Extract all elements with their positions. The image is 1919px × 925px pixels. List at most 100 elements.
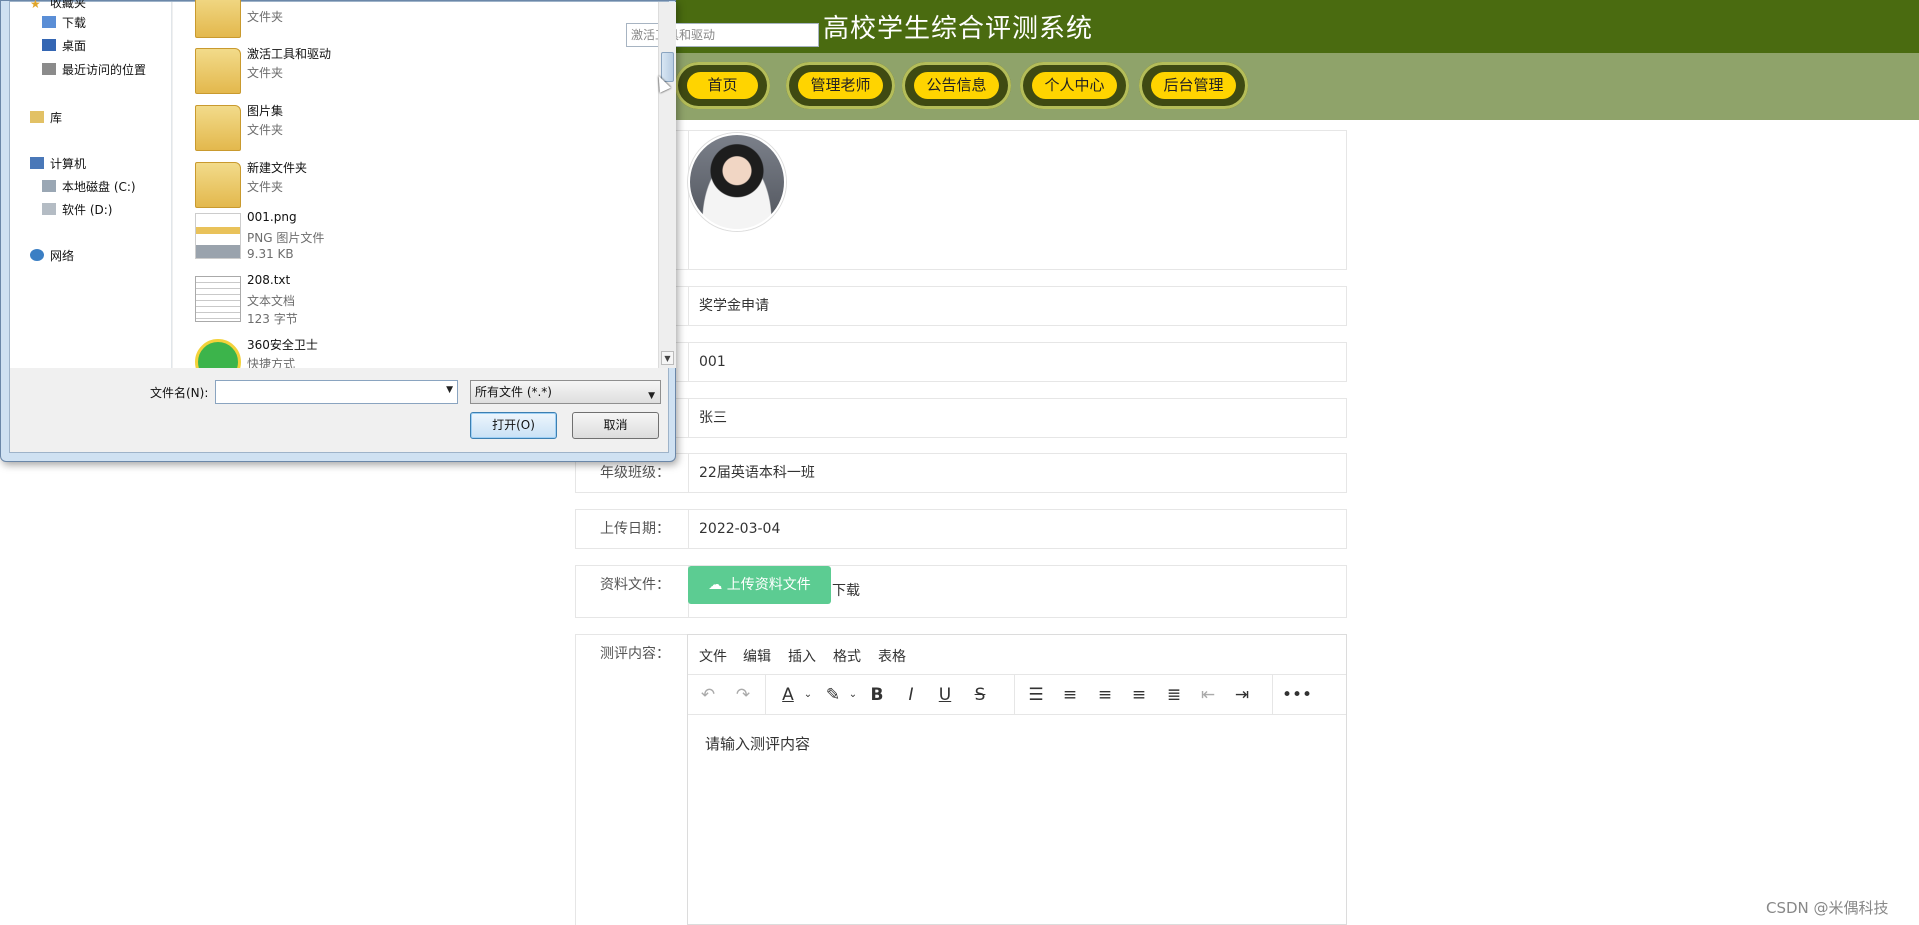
folder-icon [195, 48, 241, 94]
nav-item-announcements[interactable]: 公告信息 [902, 62, 1011, 109]
chevron-down-icon[interactable]: ⌄ [841, 683, 865, 707]
tree-item-favorites[interactable]: ★ 收藏夹 [30, 0, 86, 12]
filetype-select[interactable]: 所有文件 (*.*) ▼ [470, 380, 661, 404]
tree-item-drive-d[interactable]: 软件 (D:) [42, 201, 112, 219]
file-size: 123 字节 [247, 312, 298, 326]
file-item[interactable]: 208.txt 文本文档 123 字节 [195, 273, 495, 333]
menu-table[interactable]: 表格 [878, 646, 906, 666]
nav-item-teachers[interactable]: 管理老师 [786, 62, 895, 109]
menu-insert[interactable]: 插入 [788, 646, 816, 666]
upload-file-button[interactable]: ☁ 上传资料文件 [688, 566, 831, 604]
editor-placeholder[interactable]: 请输入测评内容 [705, 733, 810, 754]
shield-app-icon [195, 339, 241, 368]
text-file-icon [195, 276, 241, 322]
align-left-icon[interactable]: ≡ [1058, 683, 1082, 707]
file-label: 资料文件： [600, 577, 670, 593]
form-row-class: 年级班级： 22届英语本科一班 [575, 453, 1347, 493]
cancel-button[interactable]: 取消 [572, 412, 659, 439]
nav-item-label: 首页 [687, 72, 758, 99]
chevron-down-icon[interactable]: ▼ [446, 385, 453, 395]
file-item[interactable]: 360安全卫士 快捷方式 [195, 336, 495, 368]
file-type: 文件夹 [247, 123, 284, 137]
nav-item-home[interactable]: 首页 [675, 62, 770, 109]
form-row-1: 奖学金申请 [575, 286, 1347, 326]
dialog-body: ★ 收藏夹 下载 桌面 最近访问的位置 库 计算机 本地磁盘 (C:) 软件 (D… [9, 0, 819, 453]
file-name: 激活工具和驱动 [247, 47, 332, 61]
align-center-icon[interactable]: ≡ [1093, 683, 1117, 707]
nav-item-admin[interactable]: 后台管理 [1139, 62, 1248, 109]
menu-file[interactable]: 文件 [699, 646, 727, 666]
indent-icon[interactable]: ⇥ [1230, 683, 1254, 707]
folder-icon [195, 105, 241, 151]
nav-item-label: 后台管理 [1151, 72, 1236, 99]
undo-icon[interactable]: ↶ [696, 683, 720, 707]
computer-icon [30, 157, 44, 169]
file-name: 新建文件夹 [247, 161, 308, 175]
file-list-scrollbar[interactable]: ▼ [658, 2, 676, 368]
class-value[interactable]: 22届英语本科一班 [688, 454, 1346, 492]
file-type: 文件夹 [247, 66, 284, 80]
field-1-value[interactable]: 奖学金申请 [688, 287, 1346, 325]
chevron-down-icon[interactable]: ⌄ [796, 683, 820, 707]
file-type: 文件夹 [247, 10, 284, 24]
tree-item-label: 软件 (D:) [62, 203, 113, 217]
field-2-value[interactable]: 001 [688, 343, 1346, 381]
file-item[interactable]: 文件夹 [195, 0, 495, 49]
nav-item-label: 管理老师 [798, 72, 883, 99]
tree-item-desktop[interactable]: 桌面 [42, 37, 86, 55]
toolbar-divider [1014, 675, 1015, 715]
italic-icon[interactable]: I [899, 683, 923, 707]
strikethrough-icon[interactable]: S [968, 683, 992, 707]
tree-item-computer[interactable]: 计算机 [30, 155, 86, 173]
tree-item-recent[interactable]: 最近访问的位置 [42, 61, 146, 79]
menu-format[interactable]: 格式 [833, 646, 861, 666]
form-row-date: 上传日期： 2022-03-04 [575, 509, 1347, 549]
image-file-icon [195, 213, 241, 259]
download-link[interactable]: 下载 [832, 580, 860, 600]
file-item[interactable]: 图片集 文件夹 [195, 102, 495, 162]
folder-icon [195, 0, 241, 38]
search-input[interactable]: 激活工具和驱动 [626, 23, 819, 47]
filename-input[interactable]: ▼ [215, 380, 458, 404]
form-row-2: 001 [575, 342, 1347, 382]
file-name: 图片集 [247, 104, 284, 118]
more-icon[interactable]: ••• [1282, 683, 1312, 707]
file-type: 快捷方式 [247, 357, 296, 368]
redo-icon[interactable]: ↷ [731, 683, 755, 707]
file-type: 文本文档 [247, 294, 296, 308]
bold-icon[interactable]: B [865, 683, 889, 707]
file-type: 文件夹 [247, 180, 284, 194]
avatar[interactable] [688, 133, 786, 231]
tree-item-drive-c[interactable]: 本地磁盘 (C:) [42, 178, 136, 196]
field-3-value[interactable]: 张三 [688, 399, 1346, 437]
disk-drive-icon [42, 180, 56, 192]
line-height-icon[interactable]: ☰ [1024, 683, 1048, 707]
file-list: 文件夹 激活工具和驱动 文件夹 图片集 文件夹 新建文件夹 文件夹 001.pn… [173, 0, 819, 368]
filename-label: 文件名(N): [150, 386, 209, 400]
date-value[interactable]: 2022-03-04 [688, 510, 1346, 548]
disk-drive-icon [42, 203, 56, 215]
download-folder-icon [42, 16, 56, 28]
tree-item-libraries[interactable]: 库 [30, 109, 62, 127]
underline-icon[interactable]: U [933, 683, 957, 707]
open-button[interactable]: 打开(O) [470, 412, 557, 439]
tree-item-label: 下载 [62, 16, 87, 30]
editor-menubar: 文件 编辑 插入 格式 表格 [688, 635, 1346, 675]
date-label: 上传日期： [600, 521, 670, 537]
network-icon [30, 249, 44, 261]
file-type: PNG 图片文件 [247, 231, 325, 245]
file-item[interactable]: 001.png PNG 图片文件 9.31 KB [195, 210, 495, 270]
align-right-icon[interactable]: ≡ [1127, 683, 1151, 707]
cloud-upload-icon: ☁ [708, 577, 727, 593]
tree-item-network[interactable]: 网络 [30, 247, 74, 265]
outdent-icon[interactable]: ⇤ [1196, 683, 1220, 707]
scroll-down-icon[interactable]: ▼ [661, 351, 674, 365]
menu-edit[interactable]: 编辑 [743, 646, 771, 666]
avatar-cell [688, 131, 1346, 269]
nav-item-profile[interactable]: 个人中心 [1020, 62, 1129, 109]
align-justify-icon[interactable]: ≣ [1162, 683, 1186, 707]
site-title: 高校学生综合评测系统 [823, 14, 1094, 44]
tree-item-downloads[interactable]: 下载 [42, 14, 86, 32]
file-item[interactable]: 激活工具和驱动 文件夹 [195, 45, 495, 105]
file-size: 9.31 KB [247, 247, 294, 261]
